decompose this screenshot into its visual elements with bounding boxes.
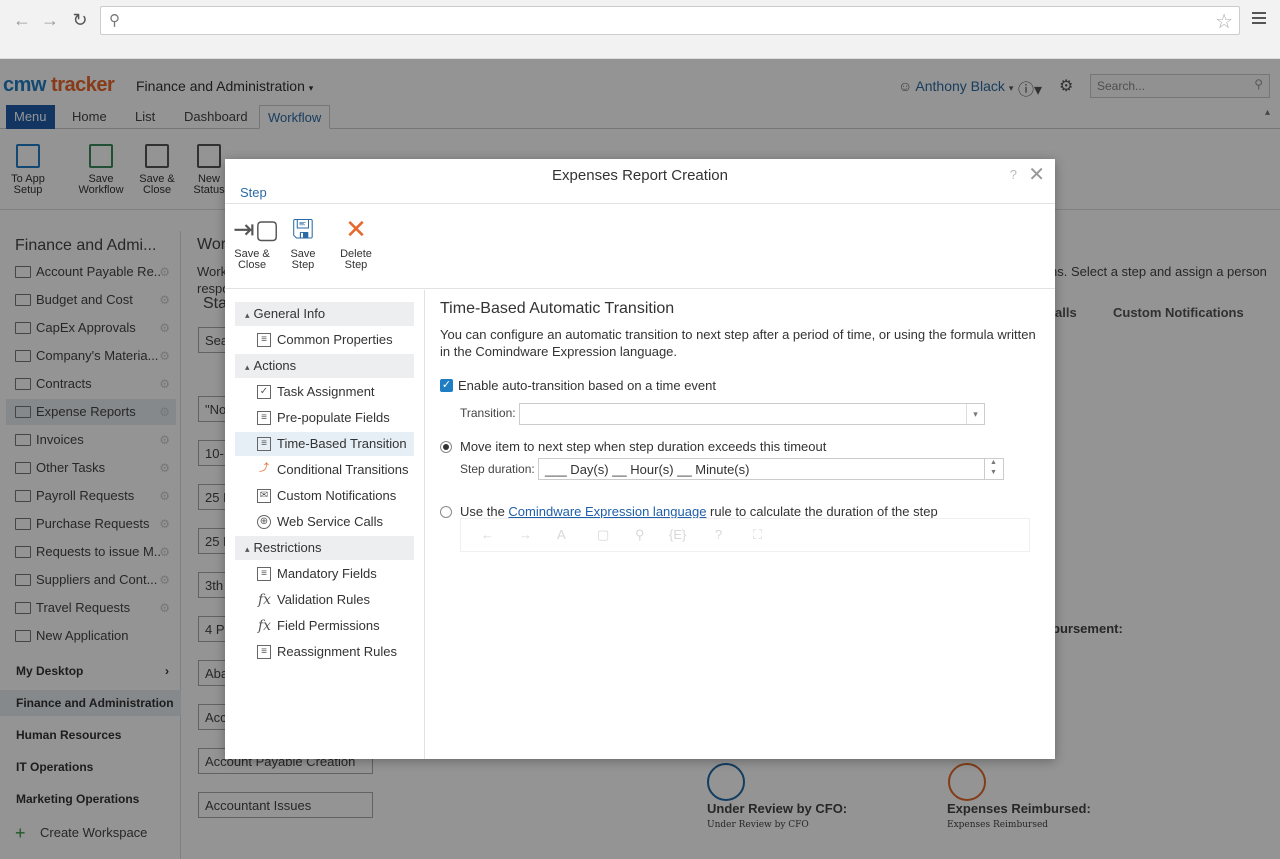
clear-icon[interactable]: ▢ — [597, 527, 609, 543]
expression-language-link[interactable]: Comindware Expression language — [508, 504, 706, 519]
expression-icon[interactable]: {E} — [669, 527, 686, 542]
transition-label: Transition: — [460, 406, 516, 420]
group-general-info[interactable]: ▴ General Info — [235, 302, 414, 326]
nav-common-properties[interactable]: ≡ Common Properties — [235, 328, 414, 352]
chevron-up-icon: ▴ — [245, 362, 250, 372]
redo-icon[interactable]: → — [519, 527, 532, 542]
expression-editor-toolbar: ← → A ▢ ⚲ {E} ? ⛶ — [460, 518, 1030, 552]
enable-auto-transition-label: Enable auto-transition based on a time e… — [458, 378, 717, 393]
save-close-button[interactable]: ⇥▢ Save & Close — [233, 214, 280, 271]
duration-stepper[interactable]: ▲ ▼ — [984, 458, 1002, 480]
nav-reassignment-rules[interactable]: ≡ Reassignment Rules — [235, 640, 414, 664]
nav-validation-rules[interactable]: fx Validation Rules — [235, 588, 414, 612]
duration-label: Step duration: — [460, 462, 535, 476]
nav-field-permissions[interactable]: fx Field Permissions — [235, 614, 414, 638]
nav-task-assignment[interactable]: ✓ Task Assignment — [235, 380, 414, 404]
timeout-radio-label: Move item to next step when step duratio… — [460, 439, 827, 454]
expression-radio[interactable] — [440, 506, 452, 518]
transition-select[interactable]: ▾ — [519, 403, 985, 425]
forward-icon[interactable]: → — [40, 10, 60, 30]
search-icon: ⚲ — [109, 12, 120, 29]
nav-mandatory-fields[interactable]: ≡ Mandatory Fields — [235, 562, 414, 586]
group-restrictions[interactable]: ▴ Restrictions — [235, 536, 414, 560]
function-icon: fx — [258, 618, 272, 634]
reassign-icon: ≡ — [257, 645, 271, 659]
dialog-nav: ▴ General Info ≡ Common Properties ▴ Action… — [225, 290, 425, 759]
nav-prepopulate-fields[interactable]: ≡ Pre-populate Fields — [235, 406, 414, 430]
chevron-down-icon: ▾ — [966, 404, 984, 424]
properties-icon: ≡ — [257, 333, 271, 347]
format-icon[interactable]: A — [557, 527, 566, 542]
transition-icon: ⤴ — [259, 463, 269, 474]
nav-custom-notifications[interactable]: ✉ Custom Notifications — [235, 484, 414, 508]
prepopulate-icon: ≡ — [257, 411, 271, 425]
undo-icon[interactable]: ← — [481, 527, 494, 542]
back-icon[interactable]: ← — [12, 10, 32, 30]
fullscreen-icon[interactable]: ⛶ — [753, 527, 762, 543]
browser-menu-icon[interactable] — [1252, 12, 1266, 27]
save-close-icon: ⇥▢ — [233, 214, 280, 244]
section-description: You can configure an automatic transitio… — [440, 327, 1036, 359]
nav-conditional-transitions[interactable]: ⤴ Conditional Transitions — [235, 458, 414, 482]
expression-radio-label: Use the Comindware Expression language r… — [460, 504, 938, 519]
chevron-up-icon: ▴ — [245, 544, 250, 554]
delete-icon: ✕ — [345, 214, 367, 244]
browser-chrome: ← → ↻ ⚲ ☆ — [0, 0, 1280, 59]
group-actions[interactable]: ▴ Actions — [235, 354, 414, 378]
dialog-toolbar: ⇥▢ Save & Close 🖫 Save Step ✕ Delete Step — [225, 203, 1055, 289]
reload-icon[interactable]: ↻ — [70, 10, 90, 30]
address-bar[interactable]: ⚲ ☆ — [100, 6, 1240, 35]
save-step-button[interactable]: 🖫 Save Step — [287, 216, 319, 271]
breadcrumb[interactable]: Step — [240, 185, 267, 200]
close-icon[interactable]: ✕ — [1028, 162, 1045, 187]
save-icon: 🖫 — [291, 214, 315, 244]
star-icon[interactable]: ☆ — [1215, 9, 1233, 34]
nav-time-based-transition[interactable]: ≡ Time-Based Transition — [235, 432, 414, 456]
mandatory-icon: ≡ — [257, 567, 271, 581]
help-icon[interactable]: ? — [1010, 167, 1017, 182]
task-icon: ✓ — [257, 385, 271, 399]
search-icon[interactable]: ⚲ — [635, 527, 645, 543]
nav-web-service-calls[interactable]: ⊕ Web Service Calls — [235, 510, 414, 534]
function-icon: fx — [258, 592, 272, 608]
globe-icon: ⊕ — [257, 515, 271, 529]
delete-step-button[interactable]: ✕ Delete Step — [337, 216, 375, 271]
step-duration-input[interactable]: ___ Day(s) __ Hour(s) __ Minute(s) — [538, 458, 1004, 480]
dialog-content: Time-Based Automatic Transition You can … — [426, 290, 1055, 759]
section-title: Time-Based Automatic Transition — [440, 300, 675, 317]
dialog-title: Expenses Report Creation — [552, 167, 728, 184]
timeout-radio[interactable] — [440, 441, 452, 453]
timer-icon: ≡ — [257, 437, 271, 451]
help-icon[interactable]: ? — [715, 527, 722, 542]
chevron-up-icon: ▴ — [245, 310, 250, 320]
enable-auto-transition-checkbox[interactable]: ✓ — [440, 379, 453, 392]
step-dialog: Expenses Report Creation ? ✕ Step ⇥▢ Sav… — [225, 159, 1055, 759]
notification-icon: ✉ — [257, 489, 271, 503]
